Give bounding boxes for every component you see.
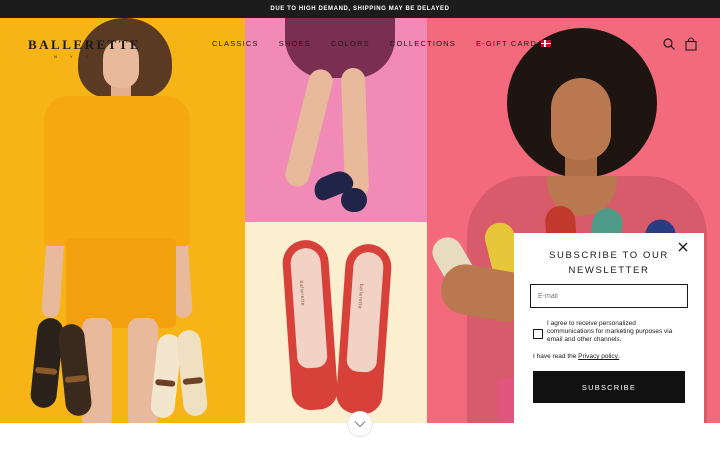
loafer-cream	[175, 328, 209, 418]
yellow-shorts	[66, 238, 176, 328]
scroll-down-button[interactable]	[347, 411, 373, 437]
nav-shoes[interactable]: SHOES	[279, 39, 311, 48]
model-leg	[282, 66, 336, 190]
privacy-prefix: I have read the	[533, 353, 579, 360]
insole	[289, 247, 328, 369]
site-header: BALLERETTE N Y C CLASSICS SHOES COLORS C…	[0, 30, 720, 59]
consent-checkbox[interactable]	[533, 329, 543, 339]
announcement-text: DUE TO HIGH DEMAND, SHIPPING MAY BE DELA…	[270, 6, 450, 12]
insole	[346, 251, 385, 373]
nav-collections[interactable]: COLLECTIONS	[390, 39, 456, 48]
red-ballet-flat: ballerette	[281, 238, 339, 412]
hero-image-yellow[interactable]	[0, 18, 245, 423]
subscribe-button[interactable]: SUBSCRIBE	[533, 371, 685, 403]
navy-loafer	[341, 188, 367, 212]
red-ballet-flat: ballerette	[335, 242, 393, 416]
yellow-tshirt	[44, 96, 190, 246]
denmark-flag-icon[interactable]	[541, 40, 551, 47]
announcement-bar: DUE TO HIGH DEMAND, SHIPPING MAY BE DELA…	[0, 0, 720, 18]
main-nav: CLASSICS SHOES COLORS COLLECTIONS E-GIFT…	[212, 39, 537, 48]
chevron-down-icon	[354, 421, 366, 428]
nav-classics[interactable]: CLASSICS	[212, 39, 259, 48]
hero-image-cream[interactable]: ballerette ballerette	[245, 222, 427, 423]
brand-logo[interactable]: BALLERETTE	[28, 37, 141, 53]
nav-e-gift-card[interactable]: E-GIFT CARD	[476, 39, 537, 48]
popup-title: SUBSCRIBE TO OUR NEWSLETTER	[549, 250, 669, 276]
email-field[interactable]	[530, 284, 688, 308]
privacy-notice: I have read the Privacy policy.	[533, 353, 619, 360]
model-face	[551, 78, 611, 160]
privacy-policy-link[interactable]: Privacy policy.	[578, 353, 619, 360]
search-icon[interactable]	[662, 37, 676, 51]
consent-label: I agree to receive personalized communic…	[547, 320, 673, 343]
brand-logo-sub: N Y C	[54, 54, 95, 59]
bag-icon[interactable]	[684, 37, 698, 51]
nav-colors[interactable]: COLORS	[331, 39, 370, 48]
